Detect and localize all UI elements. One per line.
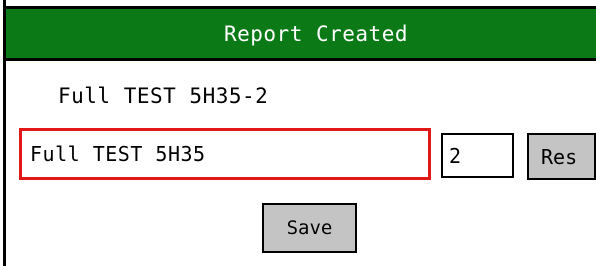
report-created-dialog: Report Created Full TEST 5H35-2 Res Save (0, 0, 596, 266)
report-name-label: Full TEST 5H35-2 (58, 84, 269, 108)
report-name-input[interactable] (19, 128, 431, 180)
save-button[interactable]: Save (262, 203, 357, 253)
dialog-title: Report Created (223, 21, 408, 46)
title-bar: Report Created (6, 9, 596, 61)
window-top-border (0, 0, 596, 9)
res-button[interactable]: Res (527, 133, 596, 180)
report-number-input[interactable] (441, 133, 514, 178)
